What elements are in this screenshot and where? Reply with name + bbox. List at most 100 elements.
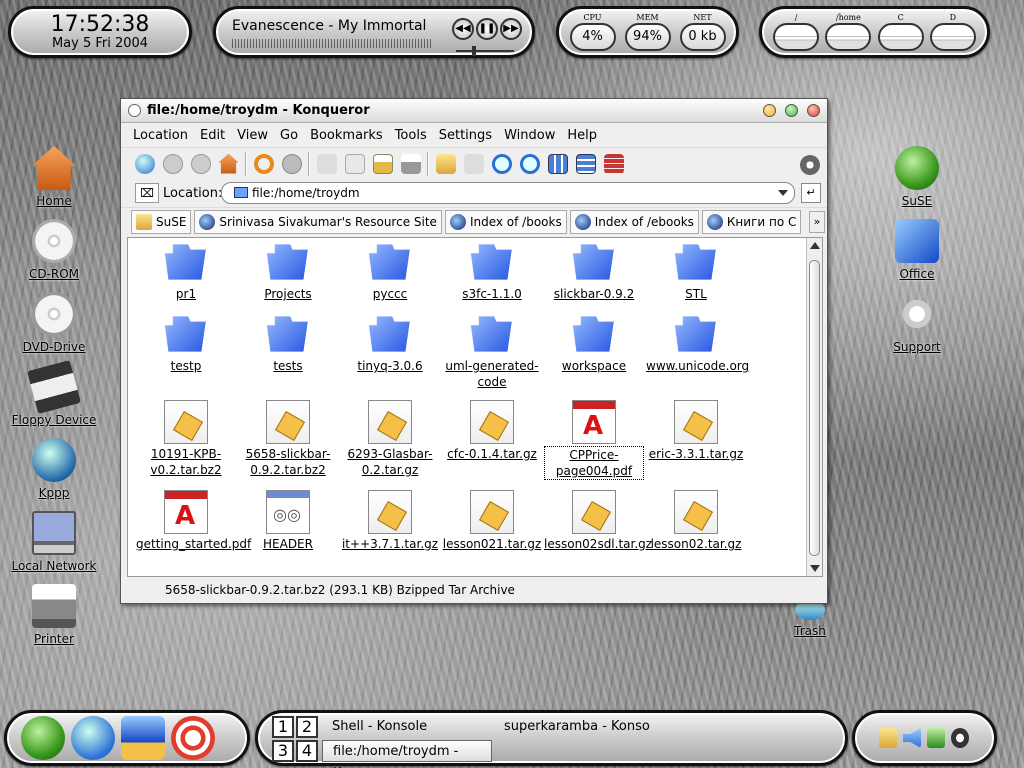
file-item[interactable]: lesson021.tar.gz — [442, 490, 542, 552]
rewind-icon[interactable]: ◀◀ — [452, 18, 474, 40]
file-item[interactable]: workspace — [544, 312, 644, 374]
scroll-up-arrow[interactable] — [810, 242, 820, 249]
stop-button[interactable] — [278, 150, 305, 177]
menu-window[interactable]: Window — [498, 128, 561, 143]
bookmark-books[interactable]: Index of /books — [444, 209, 567, 234]
file-item[interactable]: tests — [238, 312, 338, 374]
volume-slider[interactable] — [456, 50, 514, 52]
desktop-4-button[interactable]: 4 — [296, 740, 318, 762]
file-item[interactable]: s3fc-1.1.0 — [442, 240, 542, 302]
file-item[interactable]: lesson02sdl.tar.gz — [544, 490, 652, 552]
desktop-icon-network[interactable]: Local Network — [6, 511, 102, 573]
menu-location[interactable]: Location — [127, 128, 194, 143]
file-item[interactable]: Projects — [238, 240, 338, 302]
download-icon[interactable] — [951, 728, 969, 748]
back-button[interactable] — [159, 150, 186, 177]
scroll-thumb[interactable] — [809, 260, 820, 556]
title-bar[interactable]: file:/home/troydm - Konqueror — [121, 99, 827, 123]
chevron-down-icon[interactable] — [778, 190, 788, 196]
volume-icon[interactable] — [903, 728, 921, 748]
klipper-icon[interactable] — [879, 728, 897, 748]
cut-button[interactable] — [313, 150, 340, 177]
file-item[interactable]: 6293-Glasbar-0.2.tar.gz — [340, 400, 440, 478]
desktop-icon-printer[interactable]: Printer — [6, 584, 102, 646]
desktop-icon-floppy[interactable]: Floppy Device — [6, 360, 102, 427]
reload-button[interactable] — [250, 150, 277, 177]
icon-view-button[interactable] — [544, 150, 571, 177]
desktop-icon-support[interactable]: Support — [869, 292, 965, 354]
clear-location-button[interactable]: ⌧ — [135, 183, 159, 203]
konqueror-icon[interactable] — [121, 716, 165, 760]
maximize-button[interactable] — [785, 104, 798, 117]
file-item[interactable]: pyccc — [340, 240, 440, 302]
task-konqueror[interactable]: file:/home/troydm - Kor — [322, 740, 492, 768]
file-item[interactable]: it++3.7.1.tar.gz — [340, 490, 440, 552]
task-superkaramba[interactable]: superkaramba - Konso — [494, 716, 660, 738]
file-item[interactable]: testp — [136, 312, 236, 374]
menu-settings[interactable]: Settings — [433, 128, 498, 143]
file-item[interactable]: getting_started.pdf — [136, 490, 251, 552]
location-input[interactable]: file:/home/troydm — [221, 182, 795, 204]
browser-icon[interactable] — [71, 716, 115, 760]
file-item[interactable]: 5658-slickbar-0.9.2.tar.bz2 — [238, 400, 338, 478]
new-folder-button[interactable] — [432, 150, 459, 177]
menu-view[interactable]: View — [231, 128, 274, 143]
desktop-icon-office[interactable]: Office — [869, 219, 965, 281]
pause-icon[interactable]: ❚❚ — [476, 18, 498, 40]
paste-button[interactable] — [369, 150, 396, 177]
copy-button[interactable] — [341, 150, 368, 177]
file-item[interactable]: 10191-KPB-v0.2.tar.bz2 — [136, 400, 236, 478]
menu-help[interactable]: Help — [561, 128, 603, 143]
file-item[interactable]: cfc-0.1.4.tar.gz — [442, 400, 542, 462]
close-button[interactable] — [807, 104, 820, 117]
list-view-button[interactable] — [572, 150, 599, 177]
volume-knob[interactable] — [472, 46, 476, 56]
zoom-in-button[interactable] — [488, 150, 515, 177]
task-konsole[interactable]: Shell - Konsole — [322, 716, 437, 738]
more-bookmarks-button[interactable]: » — [809, 211, 825, 233]
menu-edit[interactable]: Edit — [194, 128, 231, 143]
battery-icon[interactable] — [927, 728, 945, 748]
desktop-2-button[interactable]: 2 — [296, 716, 318, 738]
desktop-3-button[interactable]: 3 — [272, 740, 294, 762]
help-icon[interactable] — [171, 716, 215, 760]
bookmark-knigi[interactable]: Книги по С — [701, 209, 802, 234]
file-item[interactable]: pr1 — [136, 240, 236, 302]
file-item[interactable]: CPPrice-page004.pdf — [544, 400, 644, 480]
desktop-icon-suse[interactable]: SuSE — [869, 146, 965, 208]
bookmark-suse[interactable]: SuSE — [131, 209, 192, 234]
file-item[interactable]: slickbar-0.9.2 — [544, 240, 644, 302]
forward-icon[interactable]: ▶▶ — [500, 18, 522, 40]
desktop-icon-dvd[interactable]: DVD-Drive — [6, 292, 102, 354]
window-menu-icon[interactable] — [128, 104, 141, 117]
scroll-down-arrow[interactable] — [810, 565, 820, 572]
file-item[interactable]: STL — [646, 240, 746, 302]
vertical-scrollbar[interactable] — [806, 238, 822, 576]
security-button[interactable] — [600, 150, 627, 177]
menu-bookmarks[interactable]: Bookmarks — [304, 128, 389, 143]
trash-button[interactable] — [460, 150, 487, 177]
bookmark-srinivasa[interactable]: Srinivasa Sivakumar's Resource Site — [194, 209, 442, 234]
zoom-out-button[interactable] — [516, 150, 543, 177]
file-item[interactable]: HEADER — [238, 490, 338, 552]
file-item[interactable]: uml-generated-code — [442, 312, 542, 390]
suse-menu-button[interactable] — [21, 716, 65, 760]
desktop-icon-kppp[interactable]: Kppp — [6, 438, 102, 500]
file-view[interactable]: pr1 Projects pyccc s3fc-1.1.0 slickbar-0.9.2… — [127, 237, 823, 577]
desktop-icon-cdrom[interactable]: CD-ROM — [6, 219, 102, 281]
up-button[interactable] — [131, 150, 158, 177]
minimize-button[interactable] — [763, 104, 776, 117]
desktop-1-button[interactable]: 1 — [272, 716, 294, 738]
menu-go[interactable]: Go — [274, 128, 304, 143]
menu-tools[interactable]: Tools — [389, 128, 433, 143]
file-item[interactable]: tinyq-3.0.6 — [340, 312, 440, 374]
go-button[interactable]: ↵ — [801, 183, 821, 203]
file-item[interactable]: lesson02.tar.gz — [646, 490, 746, 552]
forward-button[interactable] — [187, 150, 214, 177]
file-item[interactable]: www.unicode.org — [646, 312, 749, 374]
activity-button[interactable] — [796, 151, 823, 178]
desktop-icon-trash[interactable]: Trash — [762, 600, 858, 638]
desktop-icon-home[interactable]: Home — [6, 146, 102, 208]
print-button[interactable] — [397, 150, 424, 177]
home-button[interactable] — [215, 150, 242, 177]
